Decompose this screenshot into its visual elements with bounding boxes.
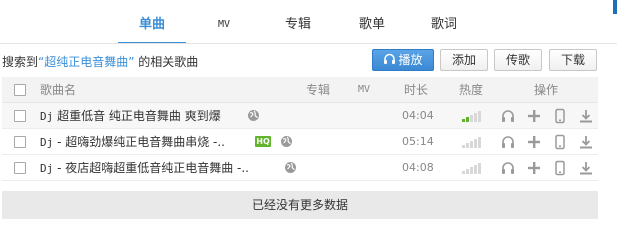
tabs-divider (0, 43, 617, 44)
result-prefix: 搜索到 (2, 55, 39, 69)
popularity-bars (462, 137, 482, 148)
result-keyword: “超纯正电音舞曲” (38, 55, 135, 69)
phone-icon[interactable] (552, 134, 568, 150)
song-prefix: Dj (40, 162, 54, 175)
song-title-text: 超重低音 纯正电音舞曲 爽到爆 (57, 109, 221, 123)
row-checkbox[interactable] (14, 162, 26, 174)
globe-icon[interactable] (247, 109, 260, 122)
share-button[interactable]: 传歌 (494, 49, 542, 71)
tab-songs[interactable]: 单曲 (118, 10, 186, 44)
table-row[interactable]: Dj - 超嗨劲爆纯正电音舞曲串烧 -.. HQ 05:14 (2, 129, 598, 155)
download-button-label: 下载 (560, 53, 585, 67)
search-result-summary: 搜索到“超纯正电音舞曲” 的相关歌曲 (2, 53, 198, 70)
tab-mv[interactable]: MV (204, 10, 244, 44)
download-button[interactable]: 下载 (549, 49, 597, 71)
header-name: 歌曲名 (40, 83, 77, 97)
phone-icon[interactable] (552, 160, 568, 176)
play-button-label: 播放 (398, 53, 423, 67)
popularity-bars (462, 163, 482, 174)
song-title-text: - 夜店超嗨超重低音纯正电音舞曲 -.. (57, 161, 249, 175)
header-album: 专辑 (306, 83, 331, 97)
header-popularity: 热度 (459, 83, 484, 97)
header-actions: 操作 (534, 83, 559, 97)
result-suffix: 的相关歌曲 (138, 55, 199, 69)
globe-icon[interactable] (284, 161, 297, 174)
song-duration: 04:04 (402, 109, 434, 122)
song-duration: 04:08 (402, 161, 434, 174)
table-row[interactable]: Dj 超重低音 纯正电音舞曲 爽到爆 04:04 (2, 103, 598, 129)
share-button-label: 传歌 (505, 53, 530, 67)
headphones-icon[interactable] (500, 160, 516, 176)
song-title[interactable]: Dj - 夜店超嗨超重低音纯正电音舞曲 -.. (40, 155, 249, 182)
row-checkbox[interactable] (14, 136, 26, 148)
tab-lyrics[interactable]: 歌词 (420, 10, 468, 44)
headphones-icon[interactable] (500, 134, 516, 150)
header-duration: 时长 (404, 83, 429, 97)
song-prefix: Dj (40, 110, 54, 123)
song-title-text: - 超嗨劲爆纯正电音舞曲串烧 -.. (57, 135, 225, 149)
song-title[interactable]: Dj 超重低音 纯正电音舞曲 爽到爆 (40, 103, 221, 130)
add-button[interactable]: 添加 (440, 49, 488, 71)
headphones-icon (383, 51, 396, 71)
tab-playlists[interactable]: 歌单 (348, 10, 396, 44)
song-table: 歌曲名 专辑 MV 时长 热度 操作 Dj 超重低音 纯正电音舞曲 爽到爆 04… (2, 77, 598, 181)
add-button-label: 添加 (451, 53, 476, 67)
table-header: 歌曲名 专辑 MV 时长 热度 操作 (2, 77, 598, 103)
song-duration: 05:14 (402, 135, 434, 148)
plus-icon[interactable] (526, 108, 542, 124)
search-tabs: 单曲 MV 专辑 歌单 歌词 (118, 10, 498, 44)
table-row[interactable]: Dj - 夜店超嗨超重低音纯正电音舞曲 -.. 04:08 (2, 155, 598, 181)
plus-icon[interactable] (526, 134, 542, 150)
plus-icon[interactable] (526, 160, 542, 176)
download-icon[interactable] (578, 134, 594, 150)
row-checkbox[interactable] (14, 110, 26, 122)
download-icon[interactable] (578, 108, 594, 124)
header-mv: MV (358, 84, 371, 95)
hq-badge: HQ (255, 136, 271, 147)
window-edge (613, 0, 617, 14)
headphones-icon[interactable] (500, 108, 516, 124)
globe-icon[interactable] (280, 135, 293, 148)
download-icon[interactable] (578, 160, 594, 176)
phone-icon[interactable] (552, 108, 568, 124)
play-button[interactable]: 播放 (372, 49, 434, 71)
popularity-bars (462, 111, 482, 122)
no-more-data: 已经没有更多数据 (2, 191, 598, 219)
song-prefix: Dj (40, 136, 54, 149)
select-all-checkbox[interactable] (14, 84, 26, 96)
song-title[interactable]: Dj - 超嗨劲爆纯正电音舞曲串烧 -.. (40, 129, 225, 156)
tab-albums[interactable]: 专辑 (274, 10, 322, 44)
